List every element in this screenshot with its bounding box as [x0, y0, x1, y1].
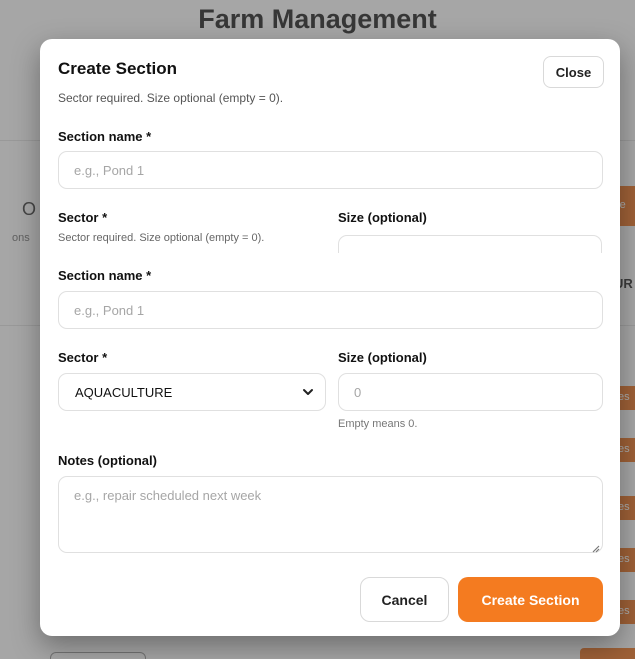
size-label: Size (optional) — [338, 350, 427, 365]
dialog-subtitle: Sector required. Size optional (empty = … — [58, 91, 284, 105]
section-name-input-duplicate[interactable] — [58, 151, 603, 189]
section-name-input[interactable] — [58, 291, 603, 329]
create-section-dialog: Create Section Sector required. Size opt… — [40, 39, 620, 636]
sector-label: Sector * — [58, 350, 108, 365]
size-input[interactable] — [338, 373, 603, 411]
dialog-subtitle-duplicate: Sector required. Size optional (empty = … — [58, 232, 265, 244]
size-label: Size (optional) — [338, 210, 427, 225]
close-button[interactable]: Close — [543, 56, 604, 88]
notes-label: Notes (optional) — [58, 453, 157, 468]
sector-label: Sector * — [58, 210, 108, 225]
notes-textarea[interactable] — [58, 476, 603, 553]
sector-select[interactable]: AQUACULTURE — [58, 373, 326, 411]
size-input-duplicate[interactable] — [338, 235, 602, 253]
sector-select-value: AQUACULTURE — [75, 384, 173, 400]
section-name-label: Section name * — [58, 129, 152, 144]
section-name-label: Section name * — [58, 268, 152, 283]
cancel-button[interactable]: Cancel — [360, 577, 449, 622]
resize-grip-icon[interactable] — [590, 540, 600, 553]
create-section-button[interactable]: Create Section — [458, 577, 603, 622]
chevron-down-icon — [301, 385, 315, 399]
size-hint: Empty means 0. — [338, 418, 418, 430]
dialog-title: Create Section — [58, 59, 178, 78]
